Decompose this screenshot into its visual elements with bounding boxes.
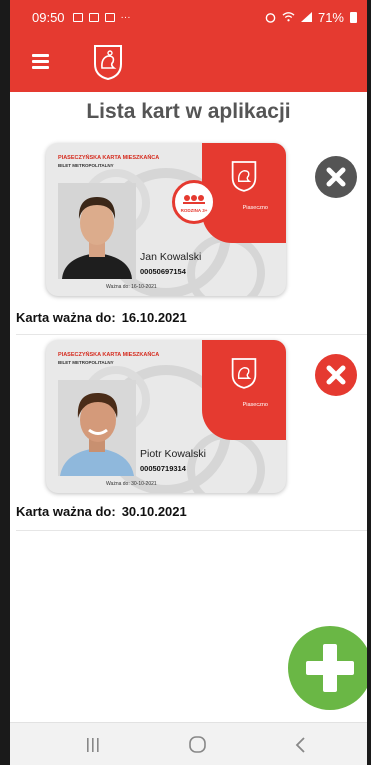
device-frame-right (367, 0, 371, 765)
battery-icon (350, 11, 357, 23)
card-red-tab (202, 143, 286, 243)
notification-icons: ··· (72, 11, 131, 23)
validity-date: 16.10.2021 (121, 310, 187, 325)
recent-apps-button[interactable] (78, 733, 108, 757)
card-city: Piaseczno (242, 402, 268, 408)
more-notifications-icon: ··· (120, 11, 131, 23)
family-badge: RODZINA 3+ (172, 180, 216, 224)
card-validity: Karta ważna do: 30.10.2021 (16, 504, 187, 519)
family-badge-label: RODZINA 3+ (180, 208, 208, 213)
holder-name: Piotr Kowalski (140, 448, 206, 460)
close-icon (326, 167, 346, 187)
card-valid-until: Ważna do: 30-10-2021 (106, 481, 157, 487)
status-time: 09:50 (32, 9, 65, 25)
holder-photo (58, 183, 136, 279)
close-icon (326, 365, 346, 385)
page-title: Lista kart w aplikacji (86, 100, 291, 123)
photo-notification-icon (88, 12, 99, 22)
wifi-icon (282, 12, 295, 22)
delete-card-button[interactable] (315, 156, 357, 198)
resident-card-image[interactable]: Piaseczno PIASECZYŃSKA KARTA MIESZKAŃCA … (46, 143, 286, 296)
holder-photo (58, 380, 136, 476)
home-button[interactable] (182, 733, 212, 757)
card-validity: Karta ważna do: 16.10.2021 (16, 310, 187, 325)
holder-name: Jan Kowalski (140, 251, 202, 263)
card-header: PIASECZYŃSKA KARTA MIESZKAŃCA (58, 155, 160, 161)
status-bar: 09:50 ··· 71% (10, 0, 367, 34)
back-icon (295, 737, 305, 753)
card-header: PIASECZYŃSKA KARTA MIESZKAŃCA (58, 352, 160, 358)
plus-icon (306, 644, 354, 692)
card-valid-until: Ważna do: 16-10-2021 (106, 284, 157, 290)
card-number: 00050719314 (140, 464, 186, 473)
signal-icon (300, 12, 312, 22)
delete-card-button[interactable] (315, 354, 357, 396)
validity-label: Karta ważna do: (16, 504, 116, 519)
divider (16, 334, 367, 335)
divider (16, 530, 367, 531)
piaseczno-crest-icon (94, 45, 122, 81)
battery-percent: 71% (317, 9, 344, 25)
system-nav-bar (10, 722, 367, 765)
app-screen: 09:50 ··· 71% Lista kart w aplikacji Pia… (10, 0, 367, 765)
hamburger-menu-icon[interactable] (32, 54, 49, 69)
card-number: 00050697154 (140, 267, 186, 276)
card-red-tab (202, 340, 286, 440)
validity-label: Karta ważna do: (16, 310, 116, 325)
card-crest-icon (231, 161, 257, 192)
status-right: 71% (265, 10, 357, 25)
validity-date: 30.10.2021 (121, 504, 187, 519)
back-button[interactable] (286, 733, 316, 757)
resident-card-image[interactable]: Piaseczno PIASECZYŃSKA KARTA MIESZKAŃCA … (46, 340, 286, 493)
card-city: Piaseczno (242, 205, 268, 211)
card-crest-icon (231, 358, 257, 389)
card-subheader: BILET METROPOLITALNY (58, 163, 114, 168)
alarm-icon (265, 12, 276, 23)
family-icon (183, 195, 205, 204)
message-notification-icon (104, 12, 115, 22)
recent-apps-icon (87, 738, 99, 752)
device-frame-left (0, 0, 10, 765)
home-icon (189, 736, 206, 753)
app-bar (10, 34, 367, 92)
gallery-notification-icon (72, 12, 83, 22)
card-subheader: BILET METROPOLITALNY (58, 360, 114, 365)
add-card-button[interactable] (288, 626, 367, 710)
